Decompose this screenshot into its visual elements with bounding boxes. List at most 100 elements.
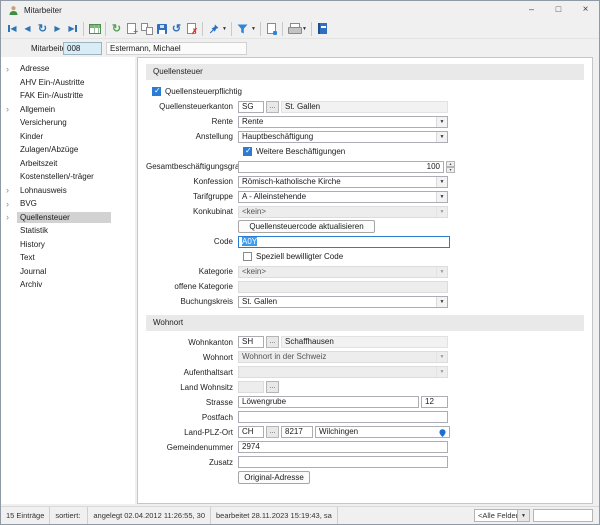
land-code-input[interactable]: CH bbox=[238, 426, 264, 438]
reload-record-button[interactable]: ↻ bbox=[35, 20, 50, 37]
quellensteuerpflichtig-checkbox[interactable] bbox=[152, 87, 161, 96]
last-record-button[interactable]: ▶ bbox=[65, 20, 80, 37]
expander-icon[interactable]: › bbox=[6, 104, 17, 114]
rente-label: Rente bbox=[146, 117, 238, 126]
first-record-button[interactable]: ◀ bbox=[5, 20, 20, 37]
copy-record-button[interactable] bbox=[139, 20, 154, 37]
sidebar-item-kostenstellen[interactable]: Kostenstellen/-träger bbox=[1, 170, 135, 184]
dropdown-arrow-icon[interactable]: ▼ bbox=[518, 509, 530, 522]
sidebar-item-arbeitszeit[interactable]: Arbeitszeit bbox=[1, 157, 135, 171]
gesamtbeschaeftigungsgrad-spinner[interactable]: ▲▼ bbox=[446, 161, 455, 173]
sidebar-item-zulagen[interactable]: Zulagen/Abzüge bbox=[1, 143, 135, 157]
dropdown-arrow-icon[interactable]: ▼ bbox=[436, 297, 447, 307]
pin-dropdown-arrow[interactable]: ▼ bbox=[221, 26, 228, 32]
previous-record-button[interactable]: ◀ bbox=[20, 20, 35, 37]
expander-icon[interactable]: › bbox=[6, 199, 17, 209]
plz-input[interactable]: 8217 bbox=[281, 426, 313, 438]
refresh-button[interactable]: ↻ bbox=[109, 20, 124, 37]
weitere-beschaeftigungen-checkbox[interactable] bbox=[243, 147, 252, 156]
notebook-button[interactable] bbox=[315, 20, 330, 37]
anstellung-select[interactable]: Hauptbeschäftigung▼ bbox=[238, 131, 448, 143]
land-wohnsitz-browse-button[interactable]: ... bbox=[266, 381, 279, 393]
title-bar: Mitarbeiter – □ × bbox=[1, 1, 599, 19]
sidebar-item-adresse[interactable]: ›Adresse bbox=[1, 62, 135, 76]
buchungskreis-label: Buchungskreis bbox=[146, 297, 238, 306]
strasse-label: Strasse bbox=[146, 398, 238, 407]
search-field-filter-select[interactable]: <Alle Felder> ▼ bbox=[474, 509, 530, 522]
pin-button[interactable] bbox=[206, 20, 221, 37]
sidebar-item-quellensteuer[interactable]: ›Quellensteuer bbox=[1, 211, 135, 225]
kanton-code-input[interactable]: SG bbox=[238, 101, 264, 113]
sidebar-item-statistik[interactable]: Statistik bbox=[1, 224, 135, 238]
sidebar-item-versicherung[interactable]: Versicherung bbox=[1, 116, 135, 130]
maximize-button[interactable]: □ bbox=[545, 1, 572, 19]
gemeindenummer-input[interactable]: 2974 bbox=[238, 441, 448, 453]
toolbar-separator bbox=[83, 22, 84, 36]
quellensteuercode-aktualisieren-button[interactable]: Quellensteuercode aktualisieren bbox=[238, 220, 375, 233]
notebook-icon bbox=[318, 23, 327, 34]
sidebar-item-history[interactable]: History bbox=[1, 238, 135, 252]
sidebar-item-text[interactable]: Text bbox=[1, 251, 135, 265]
employee-app-icon bbox=[5, 3, 21, 17]
table-view-button[interactable] bbox=[87, 20, 102, 37]
employee-number-input[interactable]: 008 bbox=[63, 42, 102, 55]
employee-name-field[interactable]: Estermann, Michael bbox=[106, 42, 247, 55]
strasse-input[interactable]: Löwengrube bbox=[238, 396, 419, 408]
window-title: Mitarbeiter bbox=[24, 6, 62, 15]
konkubinat-label: Konkubinat bbox=[146, 207, 238, 216]
new-record-button[interactable]: + bbox=[124, 20, 139, 37]
ort-input[interactable]: Wilchingen bbox=[315, 426, 450, 438]
undo-button[interactable]: ↺ bbox=[169, 20, 184, 37]
expander-icon[interactable]: › bbox=[6, 64, 17, 74]
wohnkanton-browse-button[interactable]: ... bbox=[266, 336, 279, 348]
sidebar-item-allgemein[interactable]: ›Allgemein bbox=[1, 103, 135, 117]
dropdown-arrow-icon: ▼ bbox=[436, 207, 447, 217]
wohnkanton-code-input[interactable]: SH bbox=[238, 336, 264, 348]
print-dropdown-arrow[interactable]: ▼ bbox=[301, 26, 308, 32]
buchungskreis-select[interactable]: St. Gallen▼ bbox=[238, 296, 448, 308]
gesamtbeschaeftigungsgrad-input[interactable]: 100 bbox=[238, 161, 444, 173]
code-selected-text: A0Y bbox=[242, 237, 257, 246]
sidebar-item-bvg[interactable]: ›BVG bbox=[1, 197, 135, 211]
dropdown-arrow-icon[interactable]: ▼ bbox=[436, 117, 447, 127]
zusatz-input[interactable] bbox=[238, 456, 448, 468]
filter-dropdown-arrow[interactable]: ▼ bbox=[250, 26, 257, 32]
expander-icon[interactable]: › bbox=[6, 185, 17, 195]
plz-browse-button[interactable]: ... bbox=[266, 426, 279, 438]
rente-select[interactable]: Rente▼ bbox=[238, 116, 448, 128]
delete-record-button[interactable]: ✗ bbox=[184, 20, 199, 37]
tarifgruppe-select[interactable]: A - Alleinstehende▼ bbox=[238, 191, 448, 203]
dropdown-arrow-icon[interactable]: ▼ bbox=[436, 192, 447, 202]
postfach-input[interactable] bbox=[238, 411, 448, 423]
sidebar-item-kinder[interactable]: Kinder bbox=[1, 130, 135, 144]
speziell-bewilligter-code-checkbox[interactable] bbox=[243, 252, 252, 261]
minimize-button[interactable]: – bbox=[518, 1, 545, 19]
record-bar: Mitarbeiter 008 Estermann, Michael bbox=[1, 39, 599, 57]
next-record-button[interactable]: ▶ bbox=[50, 20, 65, 37]
map-pin-icon[interactable] bbox=[438, 428, 447, 438]
code-input[interactable]: A0Y bbox=[238, 236, 450, 248]
expander-icon[interactable]: › bbox=[6, 212, 17, 222]
sidebar-item-archiv[interactable]: Archiv bbox=[1, 278, 135, 292]
filter-button[interactable] bbox=[235, 20, 250, 37]
print-button[interactable] bbox=[286, 20, 301, 37]
sidebar-item-ahv[interactable]: AHV Ein-/Austritte bbox=[1, 76, 135, 90]
toolbar-separator bbox=[231, 22, 232, 36]
report-button[interactable] bbox=[264, 20, 279, 37]
dropdown-arrow-icon: ▼ bbox=[436, 367, 447, 377]
save-button[interactable] bbox=[154, 20, 169, 37]
search-input[interactable] bbox=[533, 509, 593, 522]
sidebar-item-fak[interactable]: FAK Ein-/Austritte bbox=[1, 89, 135, 103]
original-adresse-button[interactable]: Original-Adresse bbox=[238, 471, 310, 484]
form-panel: Quellensteuer Quellensteuerpflichtig Que… bbox=[137, 57, 593, 504]
close-button[interactable]: × bbox=[572, 1, 599, 19]
hausnummer-input[interactable]: 12 bbox=[421, 396, 448, 408]
sidebar-item-journal[interactable]: Journal bbox=[1, 265, 135, 279]
kanton-browse-button[interactable]: ... bbox=[266, 101, 279, 113]
sidebar-item-lohnausweis[interactable]: ›Lohnausweis bbox=[1, 184, 135, 198]
spin-down-icon: ▼ bbox=[446, 167, 455, 173]
konfession-select[interactable]: Römisch-katholische Kirche▼ bbox=[238, 176, 448, 188]
postfach-label: Postfach bbox=[146, 413, 238, 422]
dropdown-arrow-icon[interactable]: ▼ bbox=[436, 132, 447, 142]
dropdown-arrow-icon[interactable]: ▼ bbox=[436, 177, 447, 187]
